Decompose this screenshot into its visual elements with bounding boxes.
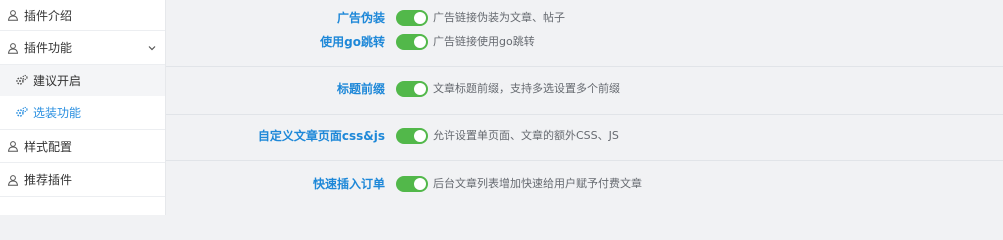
option-row: 自定义文章页面css&js 允许设置单页面、文章的额外CSS、JS (166, 126, 1003, 146)
sidebar-item-label: 样式配置 (24, 139, 73, 154)
option-row: 广告伪装 广告链接伪装为文章、帖子 (166, 8, 1003, 28)
toggle-knob (414, 130, 426, 142)
sidebar-subitem-label: 建议开启 (33, 74, 82, 88)
sidebar-subitem-recommended[interactable]: 建议开启 (0, 65, 165, 96)
sidebar: 插件介绍 插件功能 建议开启 选装功能 样式配置 推荐插件 (0, 0, 166, 215)
option-description: 文章标题前缀，支持多选设置多个前缀 (433, 82, 620, 95)
toggle-knob (414, 178, 426, 190)
sidebar-item-features[interactable]: 插件功能 (0, 31, 165, 65)
gears-icon (14, 106, 28, 120)
option-label: 广告伪装 (336, 11, 385, 25)
section-divider (166, 66, 1003, 67)
toggle-switch[interactable] (396, 34, 428, 50)
option-description: 广告链接使用go跳转 (433, 35, 535, 48)
option-row: 标题前缀 文章标题前缀，支持多选设置多个前缀 (166, 79, 1003, 99)
options-panel: 广告伪装 广告链接伪装为文章、帖子 使用go跳转 广告链接使用go跳转 标题前缀… (166, 0, 1003, 215)
section-divider (166, 114, 1003, 115)
user-icon (6, 139, 20, 153)
option-label: 使用go跳转 (320, 35, 385, 49)
toggle-switch[interactable] (396, 128, 428, 144)
user-icon (6, 173, 20, 187)
option-description: 广告链接伪装为文章、帖子 (433, 11, 565, 24)
sidebar-item-style[interactable]: 样式配置 (0, 129, 165, 163)
chevron-down-icon[interactable] (147, 43, 157, 53)
sidebar-item-intro[interactable]: 插件介绍 (0, 0, 165, 31)
option-description: 允许设置单页面、文章的额外CSS、JS (433, 129, 619, 142)
option-label: 快速插入订单 (312, 177, 385, 191)
toggle-knob (414, 83, 426, 95)
sidebar-item-label: 插件介绍 (24, 8, 73, 23)
sidebar-item-label: 推荐插件 (24, 173, 73, 187)
user-icon (6, 8, 20, 22)
section-divider (166, 160, 1003, 161)
toggle-knob (414, 12, 426, 24)
user-icon (6, 41, 20, 55)
option-description: 后台文章列表增加快速给用户赋予付费文章 (433, 177, 642, 190)
sidebar-item-label: 插件功能 (24, 41, 73, 55)
sidebar-subitem-optional[interactable]: 选装功能 (0, 96, 165, 129)
toggle-switch[interactable] (396, 176, 428, 192)
toggle-knob (414, 36, 426, 48)
toggle-switch[interactable] (396, 81, 428, 97)
toggle-switch[interactable] (396, 10, 428, 26)
option-row: 快速插入订单 后台文章列表增加快速给用户赋予付费文章 (166, 174, 1003, 194)
option-label: 自定义文章页面css&js (257, 129, 385, 143)
option-row: 使用go跳转 广告链接使用go跳转 (166, 32, 1003, 52)
gears-icon (14, 74, 28, 88)
sidebar-subitem-label: 选装功能 (33, 106, 82, 120)
sidebar-item-recommend-plugins[interactable]: 推荐插件 (0, 163, 165, 197)
plugin-settings-app: 插件介绍 插件功能 建议开启 选装功能 样式配置 推荐插件 广告伪装 广告链接伪… (0, 0, 1003, 215)
option-label: 标题前缀 (336, 82, 385, 96)
